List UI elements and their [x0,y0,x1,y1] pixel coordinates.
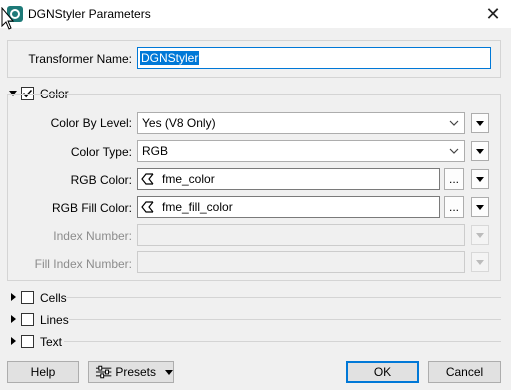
ok-button-label: OK [373,365,392,379]
dropdown-arrow-icon [476,232,484,238]
cells-checkbox[interactable] [21,291,34,304]
index-number-input [137,224,465,246]
lines-divider [69,319,501,320]
dropdown-arrow-icon [476,204,484,210]
lines-section-label: Lines [40,313,69,327]
text-section-label: Text [40,335,63,349]
color-type-menu-button[interactable] [471,141,489,161]
chevron-down-icon [448,144,460,158]
rgb-color-label: RGB Color: [70,173,132,187]
window-title: DGNStyler Parameters [28,7,151,21]
rgb-fill-color-browse-button[interactable]: ... [444,196,464,218]
chevron-down-icon [448,116,460,130]
color-type-value: RGB [142,144,169,158]
ok-button[interactable]: OK [346,361,419,383]
color-type-label: Color Type: [70,145,132,159]
transformer-name-input[interactable]: DGNStyler [137,47,491,69]
rgb-color-input[interactable]: fme_color [137,168,440,190]
rgb-fill-color-value: fme_fill_color [162,200,233,214]
cells-expander[interactable] [8,292,18,302]
attribute-icon [140,199,156,215]
index-number-menu-button [471,225,489,245]
color-by-level-menu-button[interactable] [471,113,489,133]
expand-arrow-icon [10,315,16,323]
color-by-level-value: Yes (V8 Only) [142,116,216,130]
cells-section-label: Cells [40,291,67,305]
dropdown-arrow-icon [476,176,484,182]
text-divider [64,341,501,342]
fill-index-number-input [137,251,465,273]
rgb-color-menu-button[interactable] [471,169,489,189]
rgb-fill-color-menu-button[interactable] [471,197,489,217]
text-checkbox[interactable] [21,335,34,348]
rgb-fill-color-input[interactable]: fme_fill_color [137,196,440,218]
color-type-select[interactable]: RGB [137,140,465,162]
cells-divider [66,297,501,298]
expand-arrow-icon [10,337,16,345]
dropdown-arrow-icon [165,369,173,375]
color-by-level-label: Color By Level: [50,116,132,130]
dropdown-arrow-icon [476,259,484,265]
dropdown-arrow-icon [476,148,484,154]
dropdown-arrow-icon [476,120,484,126]
help-button[interactable]: Help [7,361,79,383]
transformer-name-label: Transformer Name: [28,52,132,66]
lines-expander[interactable] [8,314,18,324]
cancel-button[interactable]: Cancel [428,361,501,383]
lines-checkbox[interactable] [21,313,34,326]
help-button-label: Help [30,365,56,379]
mouse-cursor-icon [1,7,15,30]
presets-button-label: Presets [115,365,156,379]
cancel-button-label: Cancel [445,365,484,379]
fill-index-number-menu-button [471,252,489,272]
text-expander[interactable] [8,336,18,346]
color-by-level-select[interactable]: Yes (V8 Only) [137,112,465,134]
rgb-color-value: fme_color [162,172,215,186]
rgb-color-browse-button[interactable]: ... [444,168,464,190]
fill-index-number-label: Fill Index Number: [34,257,132,271]
index-number-label: Index Number: [53,229,132,243]
attribute-icon [140,171,156,187]
expand-arrow-icon [10,293,16,301]
close-button[interactable]: ✕ [478,2,508,26]
transformer-name-value: DGNStyler [140,51,200,65]
rgb-fill-color-label: RGB Fill Color: [51,201,132,215]
presets-sliders-icon [95,365,112,379]
presets-button[interactable]: Presets [88,361,174,383]
